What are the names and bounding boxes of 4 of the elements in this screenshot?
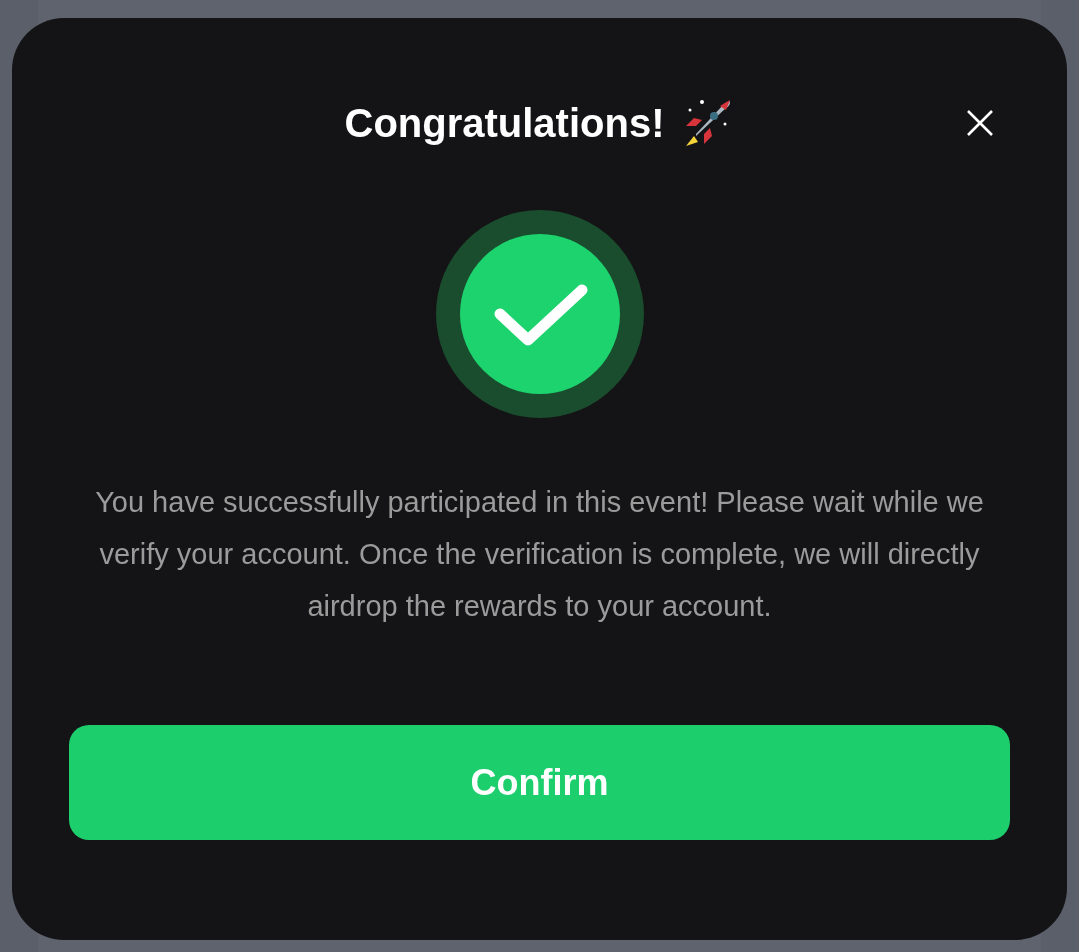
dialog-title: Congratulations!	[344, 100, 665, 147]
confirm-button[interactable]: Confirm	[69, 725, 1010, 840]
success-check-icon	[435, 210, 644, 418]
dialog-message: You have successfully participated in this event! Please wait while we verify your account. Once the verification is complete, we will directly airdrop the rewards to your account.	[94, 485, 985, 624]
